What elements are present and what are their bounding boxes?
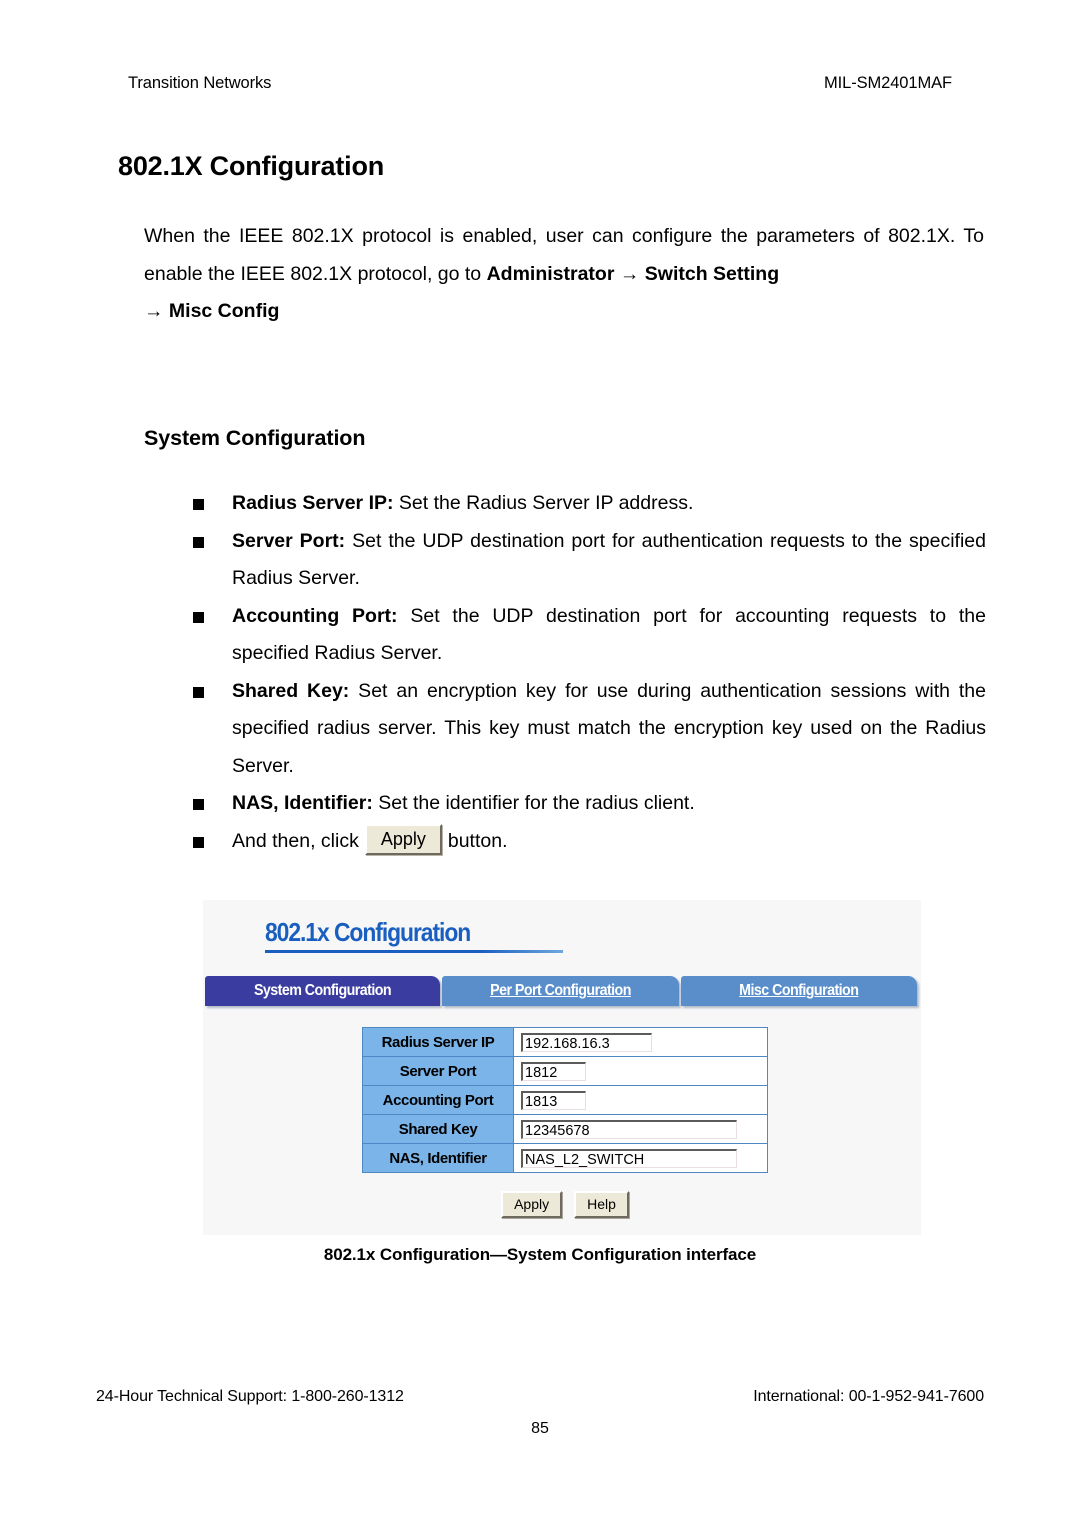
ui-tab-bar: System Configuration Per Port Configurat… <box>205 976 917 1006</box>
bullet-square-icon <box>193 799 204 810</box>
bullet-square-icon <box>193 499 204 510</box>
tab-per-port-configuration[interactable]: Per Port Configuration <box>442 976 679 1006</box>
bullet-square-icon <box>193 836 204 848</box>
field-cell-server-port: 1812 <box>513 1056 768 1086</box>
bullet-square-icon <box>193 536 204 548</box>
field-label-shared-key: Shared Key <box>362 1114 514 1144</box>
field-cell-shared-key: 12345678 <box>513 1114 768 1144</box>
intro-paragraph: When the IEEE 802.1X protocol is enabled… <box>144 218 984 331</box>
apply-button-illustration[interactable]: Apply <box>364 823 442 855</box>
list-item-apply: And then, click Apply button. <box>190 823 986 861</box>
field-label-nas-identifier: NAS, Identifier <box>362 1143 514 1173</box>
table-row: Accounting Port 1813 <box>362 1085 768 1115</box>
list-item: Accounting Port: Set the UDP destination… <box>190 598 986 673</box>
header-company: Transition Networks <box>128 74 272 92</box>
server-port-input[interactable]: 1812 <box>521 1061 586 1081</box>
list-item: Server Port: Set the UDP destination por… <box>190 523 986 598</box>
tab-label: Per Port Configuration <box>489 982 631 999</box>
field-cell-nas-identifier: NAS_L2_SWITCH <box>513 1143 768 1173</box>
field-cell-accounting-port: 1813 <box>513 1085 768 1115</box>
list-item: Shared Key: Set an encryption key for us… <box>190 673 986 786</box>
apply-instruction-before: And then, click <box>232 829 359 852</box>
bullet-term: Server Port: <box>232 529 346 552</box>
tab-label: Misc Configuration <box>739 982 859 999</box>
table-row: Server Port 1812 <box>362 1056 768 1086</box>
table-row: Shared Key 12345678 <box>362 1114 768 1144</box>
ui-page-heading: 802.1x Configuration <box>265 917 471 947</box>
system-configuration-form: Radius Server IP 192.168.16.3 Server Por… <box>362 1027 768 1173</box>
bullet-square-icon <box>193 611 204 623</box>
intro-nav-misc-config: → Misc Config <box>144 300 280 322</box>
page-number: 85 <box>531 1420 549 1437</box>
apply-button[interactable]: Apply <box>501 1191 563 1218</box>
table-row: NAS, Identifier NAS_L2_SWITCH <box>362 1143 768 1173</box>
running-header: Transition Networks MIL-SM2401MAF <box>128 74 952 93</box>
section-title: System Configuration <box>144 425 366 450</box>
footer-international: International: 00-1-952-941-7600 <box>753 1388 984 1405</box>
list-item: Radius Server IP: Set the Radius Server … <box>190 485 986 523</box>
intro-nav-switch-setting: Switch Setting <box>644 262 780 285</box>
bullet-term: Shared Key: <box>232 679 350 702</box>
bullet-list: Radius Server IP: Set the Radius Server … <box>190 485 986 860</box>
ui-heading-underline <box>265 950 563 953</box>
field-label-server-port: Server Port <box>362 1056 514 1086</box>
bullet-term: Accounting Port: <box>232 604 398 627</box>
field-cell-radius-server-ip: 192.168.16.3 <box>513 1027 768 1057</box>
bullet-term: NAS, Identifier: <box>232 792 373 814</box>
bullet-text: Set the Radius Server IP address. <box>393 492 694 514</box>
intro-nav-arrow-1: → <box>614 262 645 285</box>
bullet-square-icon <box>193 686 204 698</box>
document-page: Transition Networks MIL-SM2401MAF 802.1X… <box>0 0 1080 1527</box>
field-label-radius-server-ip: Radius Server IP <box>362 1027 514 1057</box>
page-title: 802.1X Configuration <box>118 151 385 182</box>
list-item: NAS, Identifier: Set the identifier for … <box>190 785 986 823</box>
tab-misc-configuration[interactable]: Misc Configuration <box>680 976 917 1006</box>
header-model: MIL-SM2401MAF <box>824 74 952 92</box>
bullet-text: Set the UDP destination port for authent… <box>232 529 986 590</box>
field-label-accounting-port: Accounting Port <box>362 1085 514 1115</box>
nas-identifier-input[interactable]: NAS_L2_SWITCH <box>521 1148 737 1168</box>
ui-button-row: Apply Help <box>362 1191 768 1218</box>
screenshot-figure: 802.1x Configuration System Configuratio… <box>203 900 921 1235</box>
tab-system-configuration[interactable]: System Configuration <box>205 976 440 1006</box>
intro-nav-administrator: Administrator <box>486 262 615 285</box>
table-row: Radius Server IP 192.168.16.3 <box>362 1027 768 1057</box>
tab-label: System Configuration <box>253 982 392 999</box>
apply-instruction-after: button. <box>447 829 508 852</box>
figure-caption: 802.1x Configuration—System Configuratio… <box>323 1245 757 1264</box>
page-footer: 24-Hour Technical Support: 1-800-260-131… <box>96 1388 984 1406</box>
help-button[interactable]: Help <box>574 1191 629 1218</box>
radius-server-ip-input[interactable]: 192.168.16.3 <box>521 1032 652 1052</box>
accounting-port-input[interactable]: 1813 <box>521 1090 586 1110</box>
bullet-term: Radius Server IP: <box>232 492 394 514</box>
intro-line-1: When the IEEE 802.1X protocol is enabled… <box>144 225 880 247</box>
shared-key-input[interactable]: 12345678 <box>521 1119 737 1139</box>
footer-support: 24-Hour Technical Support: 1-800-260-131… <box>96 1388 404 1405</box>
bullet-text: Set the identifier for the radius client… <box>372 792 695 814</box>
